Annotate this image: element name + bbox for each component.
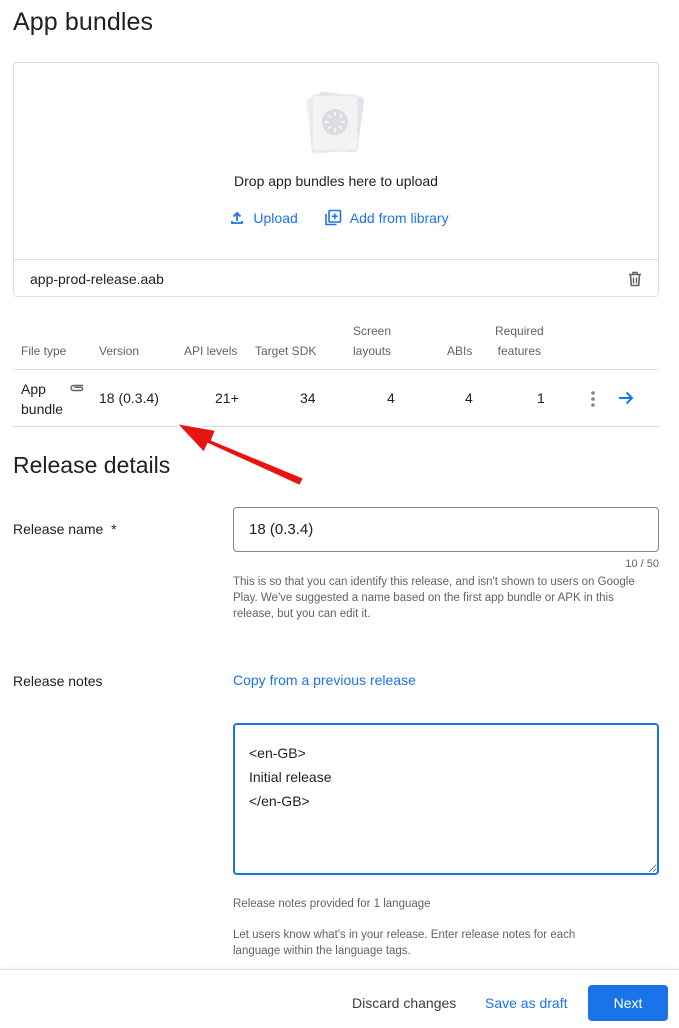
header-screen-layouts-line1: Screen bbox=[353, 324, 392, 338]
uploaded-file-row: app-prod-release.aab bbox=[14, 259, 658, 297]
cell-required-features: 1 bbox=[537, 390, 545, 406]
save-as-draft-button[interactable]: Save as draft bbox=[485, 995, 568, 1011]
header-version: Version bbox=[99, 344, 140, 358]
copy-from-previous-release-link[interactable]: Copy from a previous release bbox=[233, 672, 416, 688]
cell-file-type-line2: bundle bbox=[21, 401, 64, 417]
add-from-library-button[interactable]: Add from library bbox=[324, 209, 449, 227]
header-required-features-line2: features bbox=[497, 344, 542, 358]
required-marker: * bbox=[111, 521, 117, 537]
library-label: Add from library bbox=[349, 210, 449, 226]
release-name-helper: This is so that you can identify this re… bbox=[233, 576, 635, 620]
header-api-levels: API levels bbox=[184, 344, 238, 358]
discard-changes-button[interactable]: Discard changes bbox=[352, 995, 456, 1011]
table-header: File type Version API levels Target SDK … bbox=[13, 317, 659, 370]
header-screen-layouts: Screen layouts bbox=[353, 321, 391, 361]
upload-icon bbox=[229, 210, 245, 226]
release-notes-label: Release notes bbox=[13, 673, 103, 689]
release-notes-language-count: Release notes provided for 1 language bbox=[233, 898, 431, 910]
release-details-title: Release details bbox=[13, 452, 171, 478]
header-required-features: Required features bbox=[495, 321, 544, 361]
paperclip-icon bbox=[69, 380, 85, 399]
upload-button[interactable]: Upload bbox=[229, 209, 298, 227]
header-file-type: File type bbox=[21, 344, 67, 358]
bundle-illustration-icon bbox=[305, 90, 367, 156]
cell-screen-layouts: 4 bbox=[387, 390, 395, 406]
table-row[interactable]: App bundle 18 (0.3.4) 21+ 34 4 4 1 bbox=[13, 370, 659, 427]
release-notes-helper: Let users know what's in your release. E… bbox=[233, 929, 576, 957]
more-options-icon[interactable] bbox=[588, 389, 598, 414]
bundle-details-table: File type Version API levels Target SDK … bbox=[13, 317, 659, 427]
cell-abis: 4 bbox=[465, 390, 473, 406]
file-name: app-prod-release.aab bbox=[30, 270, 164, 287]
page-title: App bundles bbox=[13, 8, 154, 36]
footer-action-bar: Discard changes Save as draft Next bbox=[0, 969, 679, 1028]
header-abis: ABIs bbox=[447, 344, 473, 358]
upload-dropzone[interactable]: Drop app bundles here to upload Upload A… bbox=[13, 62, 659, 297]
cell-file-type-line1: App bbox=[21, 381, 46, 397]
next-button[interactable]: Next bbox=[588, 985, 668, 1021]
character-counter: 10 / 50 bbox=[625, 558, 659, 570]
library-add-icon bbox=[324, 209, 342, 227]
open-details-arrow-icon[interactable] bbox=[617, 390, 635, 411]
cell-api-levels: 21+ bbox=[215, 390, 239, 406]
header-target-sdk: Target SDK bbox=[255, 344, 317, 358]
release-name-label: Release name * bbox=[13, 521, 117, 537]
cell-version: 18 (0.3.4) bbox=[99, 390, 159, 406]
header-screen-layouts-line2: layouts bbox=[353, 344, 392, 358]
cell-file-type: App bundle bbox=[21, 379, 63, 419]
release-notes-textarea[interactable] bbox=[233, 723, 659, 875]
upload-label: Upload bbox=[253, 210, 298, 226]
drop-instructions: Drop app bundles here to upload bbox=[234, 173, 438, 189]
cell-target-sdk: 34 bbox=[300, 390, 316, 406]
release-name-input[interactable] bbox=[233, 507, 659, 552]
header-required-features-line1: Required bbox=[495, 324, 544, 338]
delete-file-icon[interactable] bbox=[626, 270, 644, 288]
release-name-label-text: Release name bbox=[13, 521, 104, 537]
